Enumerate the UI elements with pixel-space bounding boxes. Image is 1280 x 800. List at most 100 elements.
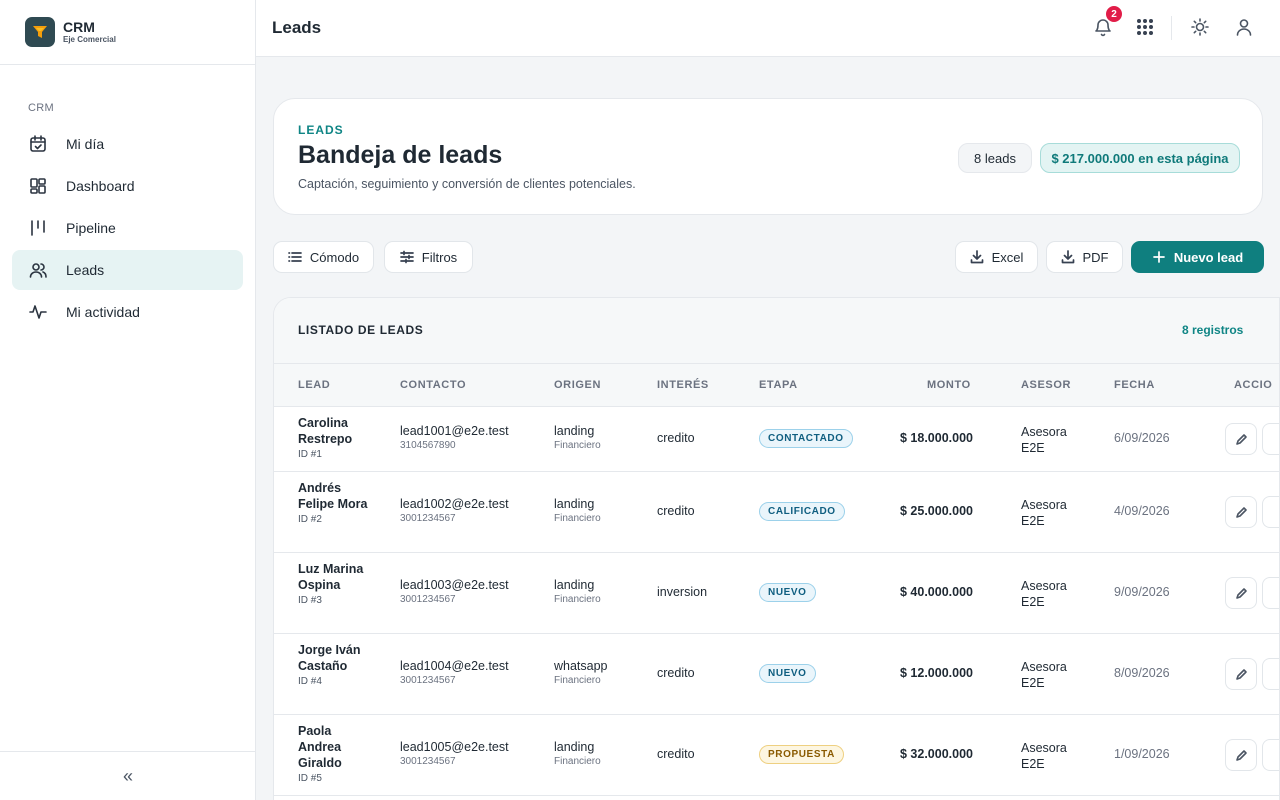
lead-count-badge: 8 leads <box>958 143 1032 173</box>
column-header-contacto[interactable]: CONTACTO <box>400 379 466 391</box>
sidebar-item-label: Pipeline <box>66 220 116 236</box>
density-toggle-button[interactable]: Cómodo <box>273 241 374 273</box>
lead-interest: credito <box>657 747 695 761</box>
brand-subtitle: Eje Comercial <box>63 34 116 44</box>
notification-badge: 2 <box>1106 6 1122 22</box>
collapse-sidebar-button[interactable]: « <box>0 751 256 800</box>
edit-lead-button[interactable] <box>1225 658 1257 690</box>
sidebar-item-label: Mi día <box>66 136 105 152</box>
lead-amount: $ 18.000.000 <box>900 431 973 445</box>
more-actions-button[interactable] <box>1262 423 1279 455</box>
new-lead-label: Nuevo lead <box>1173 249 1244 265</box>
sliders-icon <box>399 250 414 264</box>
column-header-origen[interactable]: ORIGEN <box>554 379 601 391</box>
more-actions-button[interactable] <box>1262 577 1279 609</box>
lead-advisor: Asesora E2E <box>1021 660 1067 690</box>
dashboard-icon <box>30 178 46 194</box>
lead-date: 8/09/2026 <box>1114 666 1170 680</box>
column-header-monto[interactable]: MONTO <box>927 379 971 391</box>
table-card-header: LISTADO DE LEADS 8 registros <box>274 298 1279 364</box>
lead-phone: 3001234567 <box>400 675 456 686</box>
table-row[interactable]: Paola Andrea Giraldo ID #5 lead1005@e2e.… <box>274 715 1279 796</box>
table-row[interactable]: Andrés Felipe Mora ID #2 lead1002@e2e.te… <box>274 472 1279 553</box>
activity-icon <box>29 305 47 319</box>
stage-badge: NUEVO <box>759 583 816 602</box>
lead-id: ID #4 <box>298 676 322 687</box>
pencil-icon <box>1235 749 1247 761</box>
sun-icon <box>1191 18 1209 36</box>
lead-origin: landing <box>554 424 595 438</box>
lead-id: ID #5 <box>298 773 322 784</box>
nav-section-label: CRM <box>28 102 54 114</box>
lead-email: lead1005@e2e.test <box>400 740 509 754</box>
table-row[interactable]: Jorge Iván Castaño ID #4 lead1004@e2e.te… <box>274 634 1279 715</box>
more-actions-button[interactable] <box>1262 496 1279 528</box>
lead-amount: $ 12.000.000 <box>900 666 973 680</box>
lead-interest: credito <box>657 666 695 680</box>
user-menu-button[interactable] <box>1233 16 1257 40</box>
lead-phone: 3104567890 <box>400 440 456 451</box>
sidebar-item-mi-dia[interactable]: Mi día <box>12 124 243 164</box>
sidebar-item-dashboard[interactable]: Dashboard <box>12 166 243 206</box>
column-header-acciones: ACCIO <box>1234 379 1273 391</box>
lead-interest: credito <box>657 431 695 445</box>
lead-origin-sub: Financiero <box>554 513 601 524</box>
leads-table-card: LISTADO DE LEADS 8 registros LEAD CONTAC… <box>273 297 1280 800</box>
edit-lead-button[interactable] <box>1225 739 1257 771</box>
lead-origin: landing <box>554 497 595 511</box>
more-actions-button[interactable] <box>1262 739 1279 771</box>
notifications-button[interactable]: 2 <box>1092 6 1122 40</box>
lead-phone: 3001234567 <box>400 594 456 605</box>
table-row[interactable]: Carolina Restrepo ID #1 lead1001@e2e.tes… <box>274 407 1279 472</box>
brand[interactable]: CRM Eje Comercial <box>0 0 255 65</box>
lead-name[interactable]: Paola Andrea Giraldo <box>298 723 368 771</box>
table-row[interactable]: Luz Marina Ospina ID #3 lead1003@e2e.tes… <box>274 553 1279 634</box>
lead-amount: $ 25.000.000 <box>900 504 973 518</box>
lead-name[interactable]: Andrés Felipe Mora <box>298 480 368 512</box>
column-header-lead[interactable]: LEAD <box>298 379 330 391</box>
excel-label: Excel <box>991 249 1024 265</box>
lead-name[interactable]: Luz Marina Ospina <box>298 561 368 593</box>
list-icon <box>288 252 302 262</box>
plus-icon <box>1152 251 1165 263</box>
sidebar-nav: Mi día Dashboard Pipeline Leads Mi activ… <box>12 124 243 334</box>
edit-lead-button[interactable] <box>1225 423 1257 455</box>
export-pdf-button[interactable]: PDF <box>1046 241 1123 273</box>
lead-id: ID #1 <box>298 449 322 460</box>
column-header-fecha[interactable]: FECHA <box>1114 379 1155 391</box>
grid-icon <box>1137 19 1153 35</box>
sidebar-item-leads[interactable]: Leads <box>12 250 243 290</box>
new-lead-button[interactable]: Nuevo lead <box>1131 241 1264 273</box>
records-count: 8 registros <box>1182 323 1244 337</box>
lead-name[interactable]: Jorge Iván Castaño <box>298 642 368 674</box>
lead-phone: 3001234567 <box>400 513 456 524</box>
pencil-icon <box>1235 433 1247 445</box>
lead-email: lead1002@e2e.test <box>400 497 509 511</box>
edit-lead-button[interactable] <box>1225 496 1257 528</box>
lead-email: lead1003@e2e.test <box>400 578 509 592</box>
export-excel-button[interactable]: Excel <box>955 241 1038 273</box>
lead-interest: inversion <box>657 585 708 599</box>
lead-id: ID #3 <box>298 595 322 606</box>
column-header-asesor[interactable]: ASESOR <box>1021 379 1071 391</box>
sidebar-item-mi-actividad[interactable]: Mi actividad <box>12 292 243 332</box>
filters-label: Filtros <box>421 249 458 265</box>
edit-lead-button[interactable] <box>1225 577 1257 609</box>
lead-name[interactable]: Carolina Restrepo <box>298 415 368 447</box>
pipeline-icon <box>31 220 45 236</box>
more-actions-button[interactable] <box>1262 658 1279 690</box>
page-heading: Bandeja de leads <box>298 141 503 169</box>
sidebar-item-pipeline[interactable]: Pipeline <box>12 208 243 248</box>
page-amount-badge: $ 217.000.000 en esta página <box>1040 143 1240 173</box>
pencil-icon <box>1235 587 1247 599</box>
sidebar-item-label: Dashboard <box>66 178 135 194</box>
density-label: Cómodo <box>309 249 360 265</box>
column-header-etapa[interactable]: ETAPA <box>759 379 798 391</box>
theme-toggle-button[interactable] <box>1189 16 1213 40</box>
sidebar-item-label: Leads <box>66 262 105 278</box>
apps-grid-button[interactable] <box>1134 16 1158 40</box>
column-header-interes[interactable]: INTERÉS <box>657 379 709 391</box>
lead-origin-sub: Financiero <box>554 756 601 767</box>
filters-button[interactable]: Filtros <box>384 241 473 273</box>
lead-origin: landing <box>554 740 595 754</box>
